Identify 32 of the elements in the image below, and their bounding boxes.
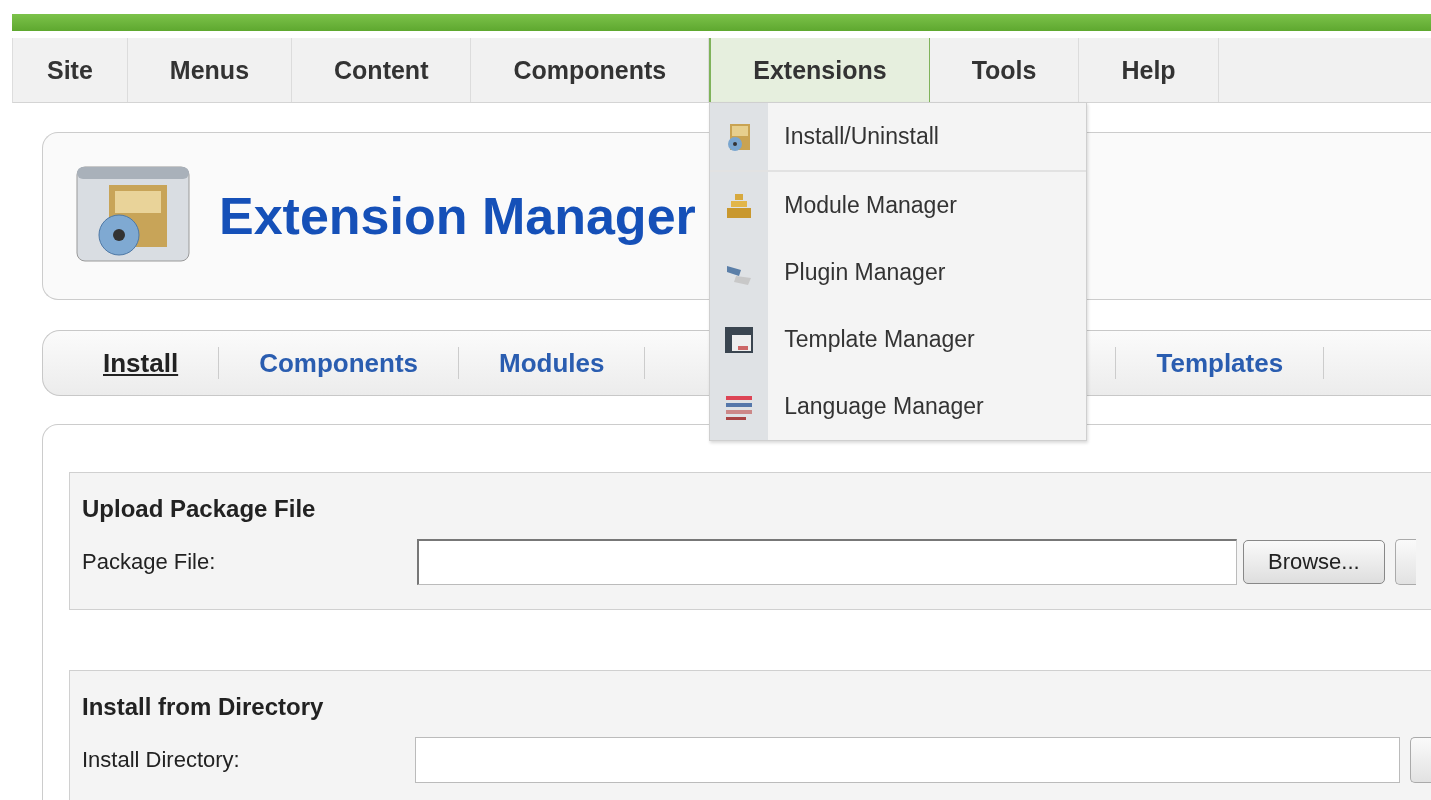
- cut-off-button[interactable]: [1410, 737, 1431, 783]
- browse-button[interactable]: Browse...: [1243, 540, 1385, 584]
- section-heading: Install from Directory: [82, 693, 325, 721]
- menu-tab[interactable]: Content: [292, 38, 472, 102]
- menu-option[interactable]: Plugin Manager: [784, 259, 946, 286]
- cut-off-button[interactable]: [1394, 539, 1416, 585]
- menu-tab[interactable]: Help: [1079, 38, 1219, 102]
- sub-navigation-link[interactable]: Modules: [499, 347, 605, 379]
- menu-label[interactable]: Site: [47, 55, 93, 85]
- input-field[interactable]: [415, 737, 1401, 783]
- window-icon: [724, 324, 755, 355]
- sub-navigation-link[interactable]: Components: [259, 347, 419, 379]
- menu-label[interactable]: Components: [513, 55, 667, 85]
- menu-option[interactable]: Template Manager: [784, 326, 975, 353]
- menu-label[interactable]: Extensions: [753, 55, 887, 85]
- sub-navigation-link[interactable]: Templates: [1156, 347, 1284, 379]
- menu-tab[interactable]: Site: [13, 38, 128, 102]
- page-title: Extension Manager: [219, 186, 696, 246]
- field-label: Install Directory:: [82, 747, 241, 773]
- sub-navigation-link[interactable]: Install: [103, 347, 179, 379]
- section-heading: Upload Package File: [82, 495, 317, 523]
- input-field[interactable]: [417, 539, 1237, 585]
- menu-tab[interactable]: Tools: [929, 38, 1080, 102]
- menu-tab[interactable]: Menus: [127, 38, 293, 102]
- menu-label[interactable]: Help: [1121, 55, 1176, 85]
- menu-label[interactable]: Tools: [971, 55, 1037, 85]
- menu-option[interactable]: Module Manager: [784, 192, 957, 219]
- menu-option[interactable]: Language Manager: [784, 393, 984, 420]
- menu-option[interactable]: Install/Uninstall: [784, 123, 939, 150]
- field-label: Package File:: [82, 549, 217, 575]
- menu-label[interactable]: Content: [334, 55, 429, 85]
- menu-label[interactable]: Menus: [169, 55, 250, 85]
